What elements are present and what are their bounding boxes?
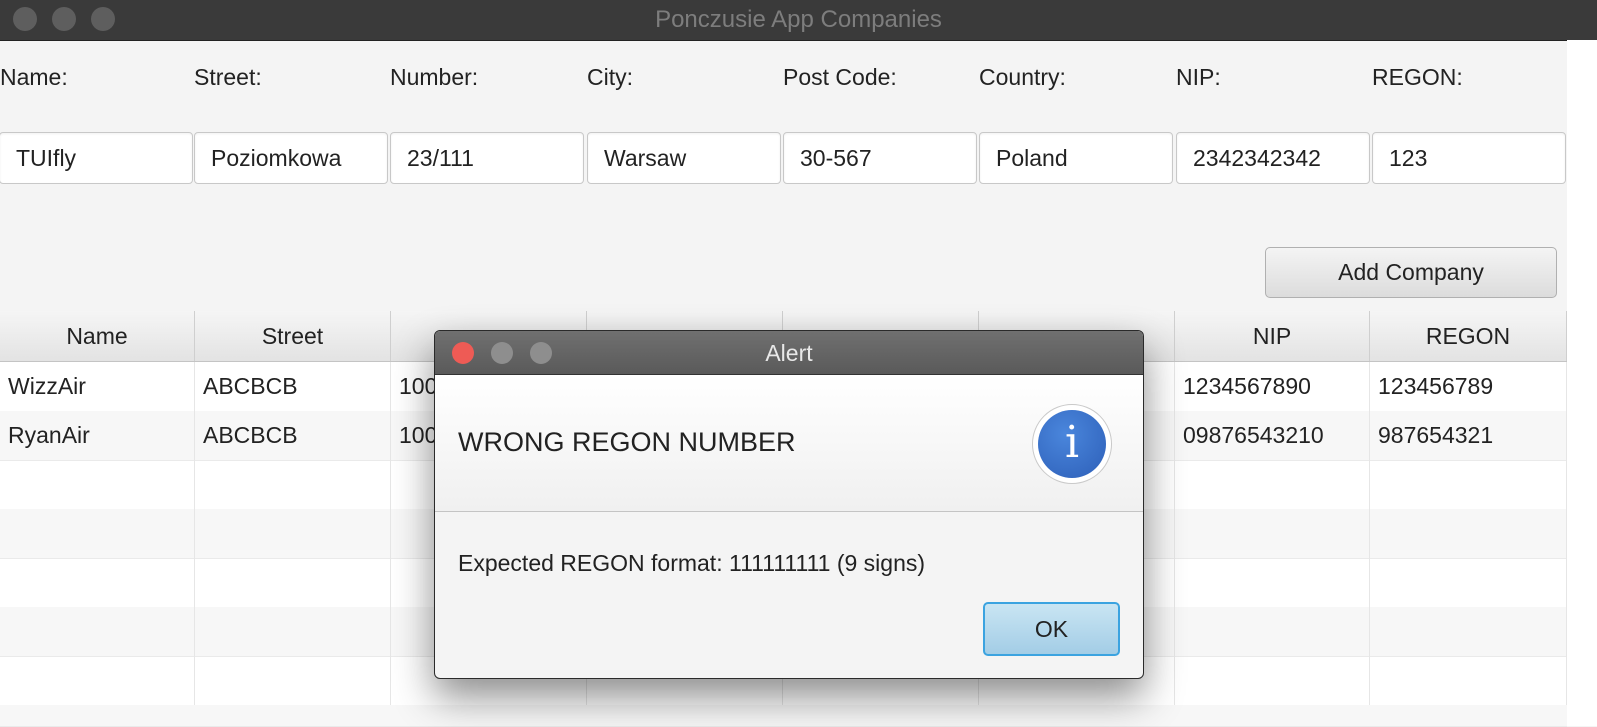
table-cell: RyanAir	[0, 411, 195, 460]
dialog-message: Expected REGON format: 111111111 (9 sign…	[458, 550, 926, 576]
nip-input[interactable]: 2342342342	[1176, 132, 1370, 184]
info-icon: i	[1032, 404, 1112, 484]
regon-input[interactable]: 123	[1372, 132, 1566, 184]
table-cell: 1234567890	[1175, 362, 1370, 411]
alert-dialog: Alert WRONG REGON NUMBER i Expected REGO…	[434, 330, 1144, 679]
info-icon-glyph: i	[1038, 410, 1106, 478]
column-header-regon[interactable]: REGON	[1370, 311, 1567, 361]
name-input[interactable]: TUIfly	[0, 132, 193, 184]
table-cell: 123456789	[1370, 362, 1567, 411]
window-edge	[1567, 40, 1597, 726]
city-input[interactable]: Warsaw	[587, 132, 781, 184]
dialog-header: WRONG REGON NUMBER i	[435, 375, 1143, 512]
number-label: Number:	[390, 64, 479, 90]
column-header-name[interactable]: Name	[0, 311, 195, 361]
table-cell: ABCBCB	[195, 362, 391, 411]
street-input[interactable]: Poziomkowa	[194, 132, 388, 184]
table-cell: WizzAir	[0, 362, 195, 411]
column-header-nip[interactable]: NIP	[1175, 311, 1370, 361]
table-cell: ABCBCB	[195, 411, 391, 460]
street-label: Street:	[194, 64, 262, 90]
column-header-street[interactable]: Street	[195, 311, 391, 361]
number-input[interactable]: 23/111	[390, 132, 584, 184]
dialog-titlebar: Alert	[435, 331, 1143, 375]
country-label: Country:	[979, 64, 1066, 90]
window-titlebar: Ponczusie App Companies	[0, 0, 1597, 41]
window-title: Ponczusie App Companies	[655, 6, 942, 33]
ok-button[interactable]: OK	[983, 602, 1120, 656]
post-code-input[interactable]: 30-567	[783, 132, 977, 184]
city-label: City:	[587, 64, 633, 90]
nip-label: NIP:	[1176, 64, 1221, 90]
name-label: Name:	[0, 64, 68, 90]
regon-label: REGON:	[1372, 64, 1463, 90]
dialog-headline: WRONG REGON NUMBER	[458, 427, 796, 457]
dialog-title: Alert	[765, 340, 813, 366]
table-cell: 987654321	[1370, 411, 1567, 460]
empty-table-row	[0, 705, 1567, 727]
post-code-label: Post Code:	[783, 64, 897, 90]
table-cell: 09876543210	[1175, 411, 1370, 460]
add-company-button[interactable]: Add Company	[1265, 247, 1557, 298]
country-input[interactable]: Poland	[979, 132, 1173, 184]
